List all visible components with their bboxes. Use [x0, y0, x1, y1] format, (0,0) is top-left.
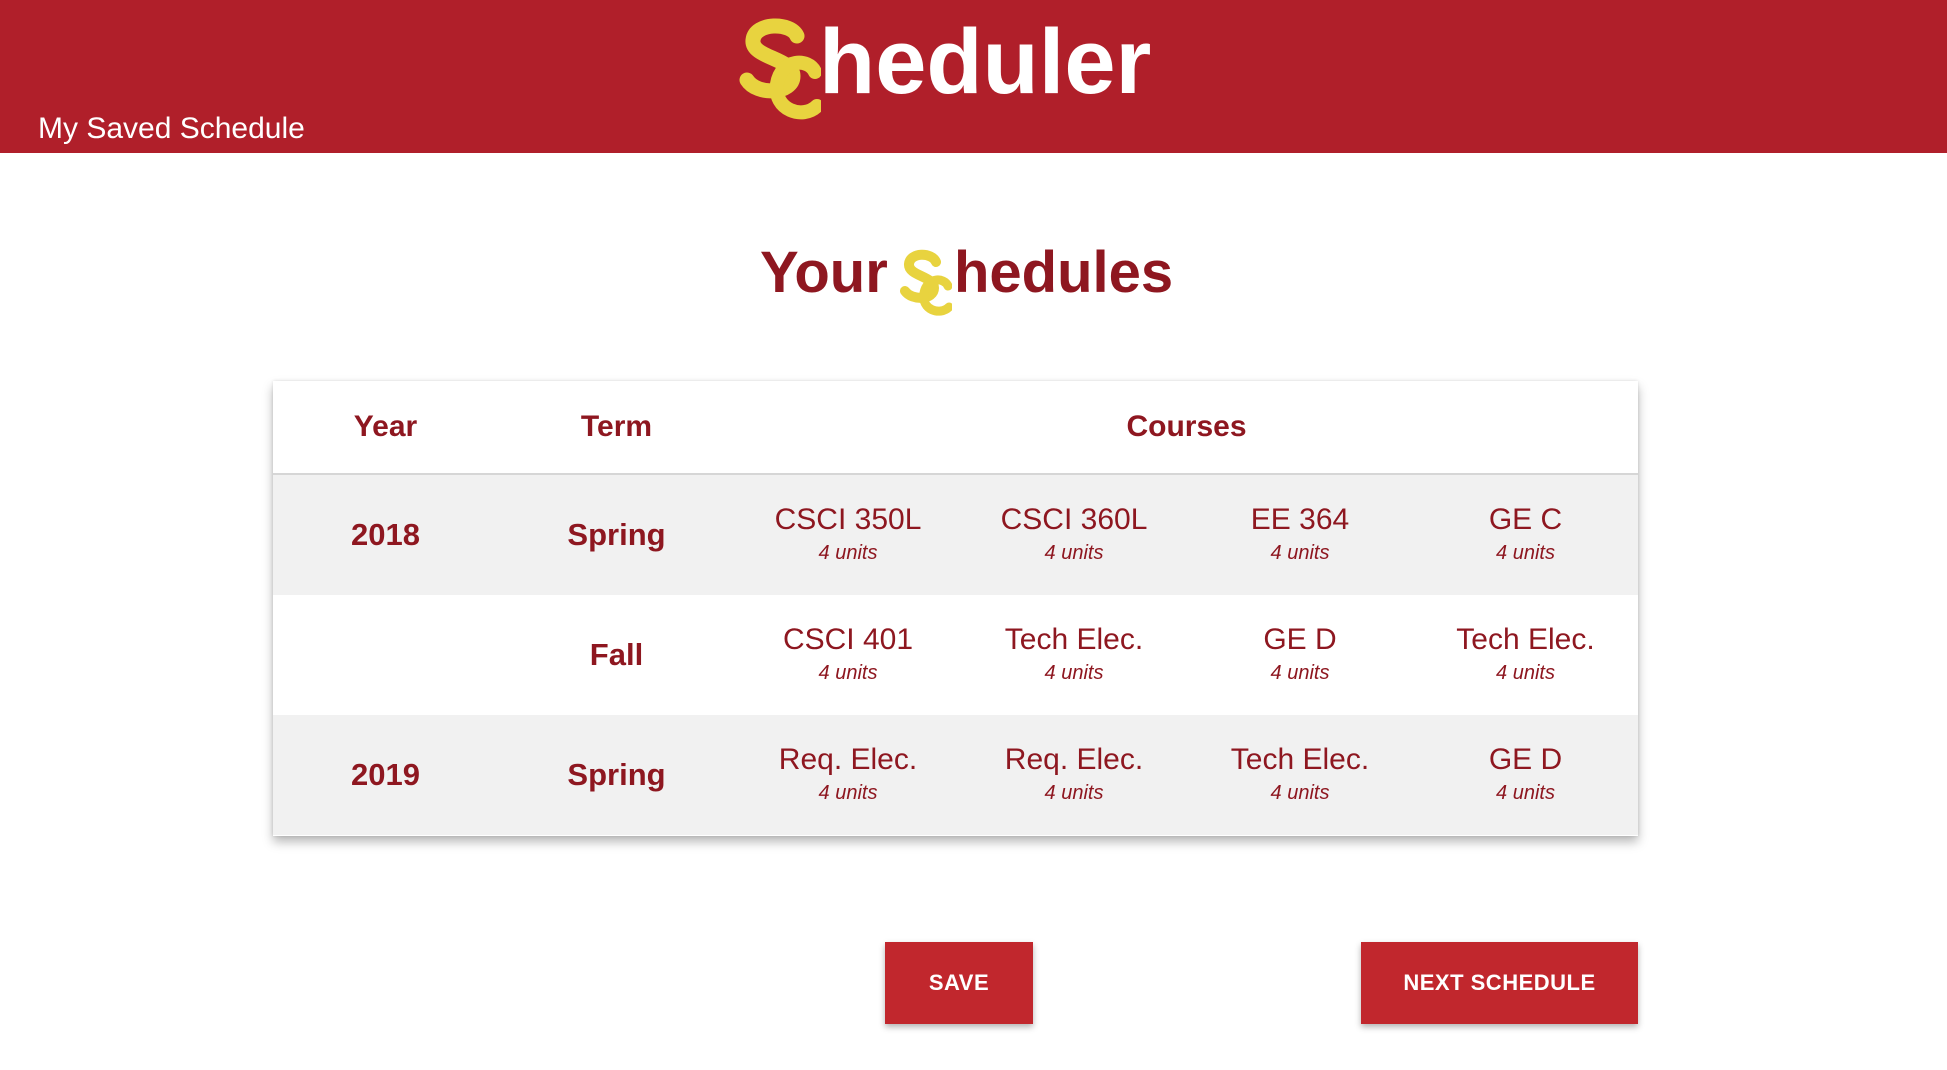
- course-cell: Req. Elec. 4 units: [735, 715, 961, 835]
- my-saved-schedule-link[interactable]: My Saved Schedule: [38, 112, 305, 146]
- sc-monogram-icon: [900, 249, 952, 316]
- course-cell: Tech Elec. 4 units: [961, 595, 1187, 715]
- course-cell: CSCI 350L 4 units: [735, 475, 961, 595]
- year-cell: [273, 595, 498, 715]
- course-name: GE C: [1488, 503, 1563, 536]
- course-name: Tech Elec.: [1004, 623, 1144, 656]
- sc-monogram-icon: [739, 18, 821, 120]
- next-schedule-button[interactable]: NEXT SCHEDULE: [1361, 942, 1638, 1024]
- term-cell: Fall: [589, 637, 644, 672]
- course-name: EE 364: [1250, 503, 1350, 536]
- course-name: Req. Elec.: [778, 743, 918, 776]
- column-header-courses: Courses: [1126, 410, 1247, 443]
- term-cell: Spring: [567, 757, 666, 792]
- table-row: 2018 Spring CSCI 350L 4 units CSCI 360L …: [273, 475, 1638, 595]
- course-units: 4 units: [1496, 782, 1555, 804]
- course-name: CSCI 360L: [1000, 503, 1148, 536]
- course-cell: Tech Elec. 4 units: [1187, 715, 1413, 835]
- course-name: Tech Elec.: [1230, 743, 1370, 776]
- course-units: 4 units: [1496, 662, 1555, 684]
- course-name: GE D: [1488, 743, 1563, 776]
- course-units: 4 units: [818, 782, 878, 804]
- save-button[interactable]: SAVE: [885, 942, 1033, 1024]
- course-units: 4 units: [1270, 782, 1330, 804]
- course-units: 4 units: [1044, 662, 1104, 684]
- course-units: 4 units: [1044, 542, 1104, 564]
- course-cell: GE D 4 units: [1187, 595, 1413, 715]
- course-name: CSCI 350L: [774, 503, 922, 536]
- course-name: GE D: [1263, 623, 1337, 656]
- course-name: Tech Elec.: [1456, 623, 1595, 656]
- year-cell: 2019: [351, 757, 420, 792]
- table-row: Fall CSCI 401 4 units Tech Elec. 4 units…: [273, 595, 1638, 715]
- course-cell: GE C 4 units: [1413, 475, 1638, 595]
- course-name: CSCI 401: [782, 623, 914, 656]
- top-bar: My Saved Schedule heduler: [0, 0, 1947, 153]
- course-units: 4 units: [1270, 542, 1330, 564]
- term-cell: Spring: [567, 517, 666, 552]
- year-cell: 2018: [351, 517, 420, 552]
- course-cell: EE 364 4 units: [1187, 475, 1413, 595]
- course-units: 4 units: [1044, 782, 1104, 804]
- column-header-year: Year: [353, 410, 418, 443]
- schedule-table: Year Term Courses 2018 Spring CSCI 350L …: [273, 381, 1638, 836]
- course-units: 4 units: [1496, 542, 1555, 564]
- course-units: 4 units: [818, 542, 878, 564]
- column-header-term: Term: [580, 410, 653, 443]
- course-cell: CSCI 360L 4 units: [961, 475, 1187, 595]
- table-header-row: Year Term Courses: [273, 381, 1638, 475]
- page-title-word: Your: [760, 240, 888, 305]
- page-title-rest: hedules: [954, 240, 1174, 305]
- course-name: Req. Elec.: [1004, 743, 1144, 776]
- course-cell: Tech Elec. 4 units: [1413, 595, 1638, 715]
- course-units: 4 units: [1270, 662, 1330, 684]
- course-cell: CSCI 401 4 units: [735, 595, 961, 715]
- course-cell: Req. Elec. 4 units: [961, 715, 1187, 835]
- course-units: 4 units: [818, 662, 878, 684]
- table-row: 2019 Spring Req. Elec. 4 units Req. Elec…: [273, 715, 1638, 835]
- course-cell: GE D 4 units: [1413, 715, 1638, 835]
- brand-wordmark: heduler: [819, 11, 1152, 113]
